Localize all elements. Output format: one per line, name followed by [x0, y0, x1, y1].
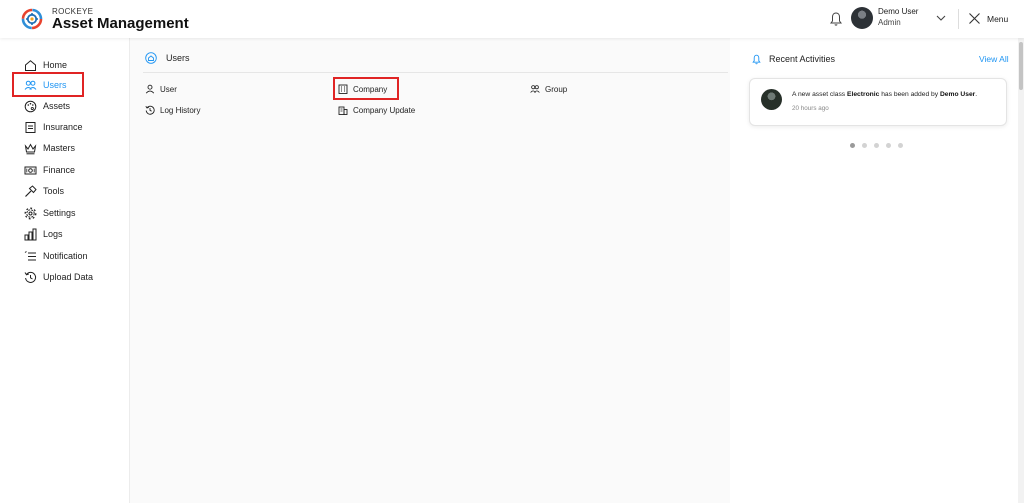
hammer-icon [25, 184, 37, 197]
bar-chart-icon [24, 228, 37, 240]
sidebar-item-masters[interactable]: Masters [24, 140, 75, 156]
scrollbar-thumb[interactable] [1019, 42, 1023, 90]
main-content [130, 38, 730, 503]
link-label: Log History [160, 105, 201, 115]
header-divider [958, 9, 959, 29]
sidebar-item-label: Settings [43, 208, 76, 218]
activity-message: A new asset class Electronic has been ad… [792, 91, 1002, 98]
user-name[interactable]: Demo User [878, 7, 918, 16]
carousel-dot[interactable] [850, 143, 855, 148]
sidebar-item-label: Upload Data [43, 272, 94, 282]
carousel-dot[interactable] [874, 143, 879, 148]
carousel-dot[interactable] [886, 143, 891, 148]
document-icon [25, 121, 36, 133]
sidebar-item-label: Assets [43, 101, 71, 111]
view-all-link[interactable]: View All [979, 54, 1009, 64]
divider [143, 72, 728, 73]
bell-icon [752, 54, 761, 65]
history-icon [24, 271, 37, 283]
menu-button[interactable]: Menu [987, 14, 1008, 24]
scrollbar[interactable] [1018, 38, 1024, 503]
sidebar-item-home[interactable]: Home [24, 57, 67, 73]
sidebar-item-label: Logs [43, 229, 63, 239]
avatar [761, 89, 782, 110]
link-company-update[interactable]: Company Update [338, 105, 415, 115]
palette-icon [24, 100, 37, 112]
sidebar-item-notification[interactable]: Notification [24, 248, 88, 264]
sidebar-item-assets[interactable]: Assets [24, 98, 70, 114]
carousel-dots [850, 143, 910, 148]
activity-suffix: . [975, 91, 978, 98]
sidebar-item-label: Finance [43, 165, 76, 175]
activity-user: Demo User [939, 91, 976, 98]
activity-prefix: A new asset class [792, 91, 848, 98]
activity-asset: Electronic [847, 91, 880, 98]
link-group[interactable]: Group [530, 84, 567, 94]
carousel-dot[interactable] [898, 143, 903, 148]
building-update-icon [338, 106, 348, 115]
activity-middle: has been added by [879, 91, 940, 98]
carousel-dot[interactable] [862, 143, 867, 148]
link-label: User [160, 84, 177, 94]
sidebar-item-upload-data[interactable]: Upload Data [24, 269, 93, 285]
user-role: Admin [878, 18, 901, 27]
highlight-box-company [333, 77, 399, 100]
sidebar-item-logs[interactable]: Logs [24, 226, 63, 242]
recent-activities-title: Recent Activities [769, 54, 836, 64]
sidebar-item-label: Insurance [43, 122, 83, 132]
logo-icon[interactable] [21, 8, 43, 30]
sidebar-item-insurance[interactable]: Insurance [24, 119, 83, 135]
sidebar-item-tools[interactable]: Tools [24, 183, 64, 199]
sidebar-item-settings[interactable]: Settings [24, 205, 76, 221]
link-label: Group [545, 84, 568, 94]
close-icon[interactable] [968, 12, 981, 25]
bell-icon[interactable] [829, 11, 843, 27]
home-icon [145, 52, 157, 64]
history-icon [145, 105, 155, 115]
chevron-down-icon[interactable] [935, 13, 947, 23]
money-icon [24, 166, 37, 174]
sidebar-item-label: Home [43, 60, 68, 70]
sidebar-item-label: Notification [43, 251, 88, 261]
list-icon [24, 250, 36, 260]
sidebar-item-label: Masters [43, 143, 76, 153]
avatar[interactable] [851, 7, 873, 29]
home-icon [25, 59, 36, 71]
crown-icon [24, 142, 37, 154]
link-label: Company Update [353, 105, 416, 115]
activity-time: 20 hours ago [792, 105, 829, 112]
link-log-history[interactable]: Log History [145, 105, 200, 115]
group-icon [530, 85, 540, 93]
top-header: ROCKEYE Asset Management Demo User Admin… [0, 0, 1024, 38]
gear-icon [24, 207, 37, 219]
sidebar-item-label: Tools [43, 186, 65, 196]
activity-card[interactable] [749, 78, 1007, 126]
section-title: Users [166, 53, 190, 63]
highlight-box-users [12, 72, 84, 97]
link-user[interactable]: User [145, 84, 177, 94]
section-header: Users [145, 52, 190, 64]
user-icon [145, 84, 155, 94]
sidebar-item-finance[interactable]: Finance [24, 162, 75, 178]
app-title: Asset Management [52, 15, 189, 32]
